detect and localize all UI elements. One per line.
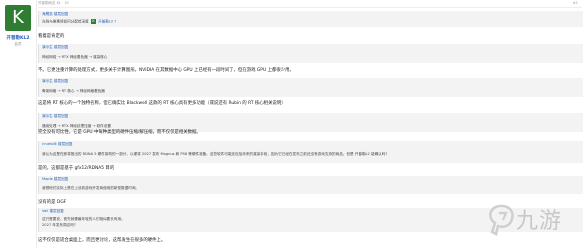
post-number[interactable]: #1 <box>573 1 578 5</box>
quote-line: 神经网络 → RTX 神经着色器 → 渲染核心 <box>42 55 108 59</box>
quote-author[interactable]: Vall 楼层回复 <box>42 209 64 213</box>
watermark-logo-icon <box>489 204 514 236</box>
reply-text: 没有的是 DGF <box>38 200 67 205</box>
reply-text: 是的，这都是基于 gfx12/RDNA5 目的 <box>38 166 115 171</box>
reply-text: 看着是肯定的 <box>38 34 65 39</box>
reply-text: 这是将 RT 核心的一个独特名称，但它确实比 Blackwell 这款的 RT … <box>38 101 286 106</box>
quote-line: 光线与像素将如何分配给深度 K 开普勒L2 ? <box>42 19 117 24</box>
quote-author[interactable]: 演示生 楼层回复 <box>42 114 68 118</box>
watermark-text: 九游 <box>516 209 563 234</box>
reply-text: 不。它更注重计算的处理方式，更多关于计算图形。NVIDIA 在其数据中心 GPU… <box>38 68 294 73</box>
quote-block: cruelsilk 楼层回复 我认为这是在即将推出的 RDNA 5 硬件架构的一… <box>38 141 583 163</box>
quote-block: 海鹰张 楼层回复 光线与像素将如何分配给深度 K 开普勒L2 ? <box>38 11 583 27</box>
quote-line: 我想他们实际上是在上谈到游戏开发商使用的新型数据时间。 <box>42 186 140 190</box>
reply-text: 完全没有可比性，它是 GPU 中每种类型的硬件压缩/解压缩，而不仅仅是相关数据。 <box>38 130 201 135</box>
mini-avatar[interactable]: K <box>90 19 96 24</box>
quote-line: 通用处理 → RTX 神经纹理压缩 → 软件设置 <box>42 124 111 128</box>
site-watermark: 九游 <box>486 202 582 240</box>
quote-block: Maple 楼层回复 我想他们实际上是在上谈到游戏开发商使用的新型数据时间。 <box>38 176 583 194</box>
quote-line: 这只是要说，首先就像最年轻的人们相似要长有用。 <box>42 217 125 221</box>
quote-block: 演示生 楼层回复 神经网络 → RTX 神经着色器 → 渲染核心 <box>38 44 583 63</box>
quote-line: 2027 年发布周边吗? <box>42 223 76 227</box>
quote-line: 骨架网格 → RT 核心 → 神经网格着色器 <box>42 89 105 93</box>
quote-author[interactable]: 演示生 楼层回复 <box>42 79 68 83</box>
quote-author[interactable]: cruelsilk 楼层回复 <box>42 142 72 146</box>
quote-author[interactable]: 演示生 楼层回复 <box>42 45 68 49</box>
avatar[interactable]: K <box>5 5 31 31</box>
post-meta: 开普勒网友 KL · 19 <box>38 1 69 5</box>
quote-author[interactable]: 海鹰张 楼层回复 <box>42 12 68 16</box>
user-role: 会员 <box>14 42 22 46</box>
divider <box>38 7 582 8</box>
quote-author[interactable]: Maple 楼层回复 <box>42 177 68 181</box>
reply-text: 这不仅仅是适合桌面上，而且更讨论，这帮发生在很多的硬件上。 <box>38 238 166 243</box>
quote-block: 演示生 楼层回复 骨架网格 → RT 核心 → 神经网格着色器 <box>38 78 583 97</box>
username[interactable]: 开普勒KL2 <box>0 36 36 42</box>
user-sidebar: K 开普勒KL2 会员 <box>0 0 37 248</box>
quote-line: 我认为这是在即将推出的 RDNA 5 硬件架构的一部分，以便将 2027 发布 … <box>42 152 388 156</box>
